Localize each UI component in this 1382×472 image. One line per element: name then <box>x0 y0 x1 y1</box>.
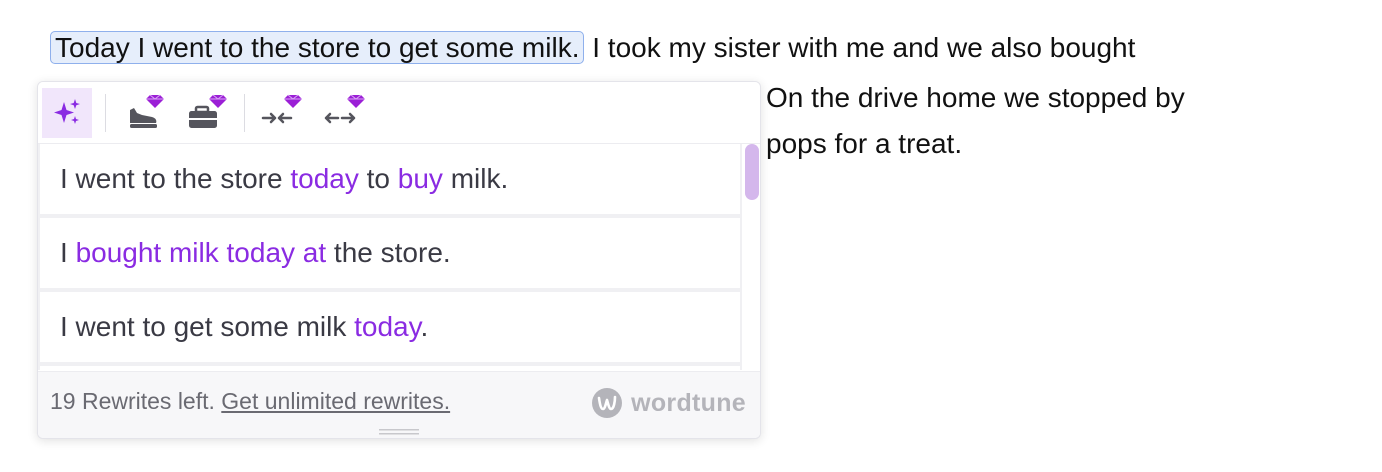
document-line-2: On the drive home we stopped by <box>766 82 1185 113</box>
suggestion-text: the store. <box>326 237 451 268</box>
rewrite-button[interactable] <box>42 88 92 138</box>
wordtune-rewrite-popup: I went to the store today to buy milk. I … <box>37 81 761 439</box>
toolbar-divider <box>105 94 106 132</box>
suggestion-changed-text: buy <box>397 163 443 194</box>
casual-tone-button[interactable] <box>118 88 168 138</box>
suggestion-list: I went to the store today to buy milk. I … <box>38 144 742 370</box>
suggestion-changed-text: bought milk today at <box>75 237 327 268</box>
suggestion-item[interactable]: I went to the store today to buy milk. <box>40 144 740 214</box>
suggestion-changed-text: today <box>290 163 359 194</box>
suggestion-item[interactable]: I bought milk today at the store. <box>40 218 740 288</box>
suggestion-changed-text: today <box>354 311 421 342</box>
selected-sentence[interactable]: Today I went to the store to get some mi… <box>50 31 585 64</box>
shorten-arrows-icon <box>261 94 302 124</box>
resize-grip-icon[interactable] <box>379 428 419 436</box>
sparkle-icon <box>54 99 80 124</box>
rewrites-left-count: 19 Rewrites left. <box>50 388 215 414</box>
suggestion-text: I went to get some milk <box>60 311 355 342</box>
suggestion-text: I <box>60 237 76 268</box>
scrollbar-thumb[interactable] <box>745 144 759 200</box>
shorten-button[interactable] <box>256 88 306 138</box>
briefcase-icon <box>189 94 227 128</box>
upgrade-link[interactable]: Get unlimited rewrites. <box>221 388 450 414</box>
formal-tone-button[interactable] <box>181 88 231 138</box>
rewrites-status: 19 Rewrites left. Get unlimited rewrites… <box>50 388 450 415</box>
suggestion-item-partial[interactable] <box>40 366 740 370</box>
expand-button[interactable] <box>319 88 369 138</box>
document-line-1[interactable]: Today I went to the store to get some mi… <box>50 31 1135 65</box>
rewrite-toolbar <box>38 82 760 144</box>
toolbar-divider <box>244 94 245 132</box>
wordtune-brand-name: wordtune <box>631 388 746 417</box>
document-text: I took my sister with me and we also bou… <box>592 32 1136 63</box>
popup-footer: 19 Rewrites left. Get unlimited rewrites… <box>38 371 760 438</box>
suggestion-item[interactable]: I went to get some milk today. <box>40 292 740 362</box>
suggestion-text: milk. <box>442 163 509 194</box>
wordtune-logo: wordtune <box>591 387 746 419</box>
suggestion-text: to <box>358 163 398 194</box>
document-line-3: pops for a treat. <box>766 128 963 159</box>
wordtune-w-icon <box>592 388 623 418</box>
sneaker-icon <box>130 94 164 128</box>
expand-arrows-icon <box>324 94 365 124</box>
suggestion-text: . <box>420 311 429 342</box>
suggestion-scrollbar[interactable] <box>742 144 760 370</box>
suggestion-text: I went to the store <box>60 163 291 194</box>
